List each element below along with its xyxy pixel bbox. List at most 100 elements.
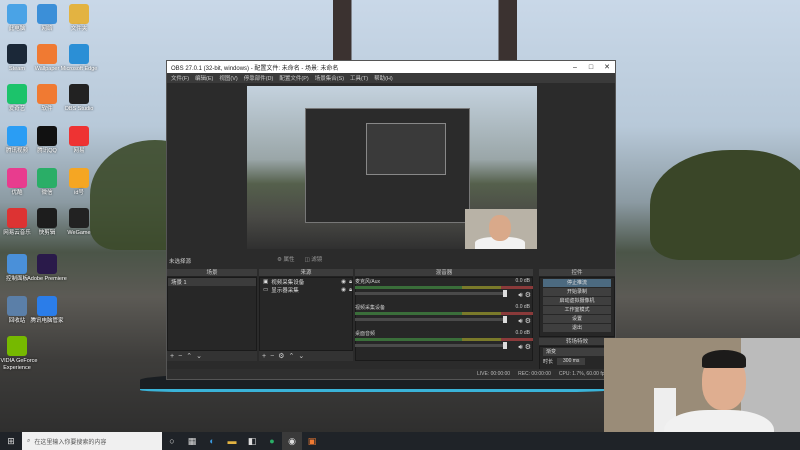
obs-taskbar-icon[interactable]: ◉ xyxy=(282,432,302,450)
menu-edit[interactable]: 编辑(E) xyxy=(195,74,213,82)
move-down-icon[interactable]: ⌄ xyxy=(196,352,202,360)
desktop-icon-label: 文件夹 xyxy=(70,26,88,32)
app-taskbar-icon[interactable]: ▣ xyxy=(302,432,322,450)
remove-scene-icon[interactable]: − xyxy=(178,353,182,360)
edge-taskbar-icon[interactable]: ◐ xyxy=(202,432,222,450)
close-icon[interactable]: ✕ xyxy=(599,63,615,71)
speaker-icon[interactable]: 🔊︎ xyxy=(518,344,522,351)
source-item[interactable]: ▭ 显示器采集 ◉ 🔒︎ xyxy=(260,286,352,295)
desktop-icon-label: OBS Studio xyxy=(64,106,94,112)
stop-streaming-button[interactable]: 停止推流 xyxy=(543,279,611,287)
volume-slider[interactable] xyxy=(355,316,507,323)
menu-view[interactable]: 视图(V) xyxy=(219,74,237,82)
lock-icon[interactable]: 🔒︎ xyxy=(349,279,352,286)
taskbar-search-box[interactable]: ⌕ 在这里输入你要搜索的内容 xyxy=(22,432,162,450)
menu-help[interactable]: 帮助(H) xyxy=(374,74,393,82)
search-placeholder: 在这里输入你要搜索的内容 xyxy=(34,439,107,446)
volume-slider[interactable] xyxy=(355,342,507,349)
file-explorer-icon[interactable]: ▬ xyxy=(222,432,242,450)
minimize-icon[interactable]: – xyxy=(567,64,583,71)
taskbar: ⊞ ⌕ 在这里输入你要搜索的内容 ○ ▦ ◐ ▬ ◧ ● ◉ ▣ xyxy=(0,432,800,450)
move-down-icon[interactable]: ⌄ xyxy=(298,352,304,360)
exit-button[interactable]: 退出 xyxy=(543,324,611,332)
menu-docks[interactable]: 停靠部件(D) xyxy=(244,74,274,82)
volume-knob[interactable] xyxy=(503,316,507,323)
remove-source-icon[interactable]: − xyxy=(270,353,274,360)
monitor-icon: ▭ xyxy=(263,287,269,293)
desktop-icon[interactable]: OBS Studio xyxy=(50,84,108,113)
scene-item[interactable]: 场景 1 xyxy=(168,278,256,286)
app-icon xyxy=(7,336,27,356)
wechat-taskbar-icon[interactable]: ● xyxy=(262,432,282,450)
transition-select[interactable]: 渐变 xyxy=(543,348,611,356)
menu-bar: 文件(F) 编辑(E) 视图(V) 停靠部件(D) 配置文件(P) 场景集合(S… xyxy=(167,73,615,83)
wallpaper-tree-right xyxy=(650,150,800,260)
volume-knob[interactable] xyxy=(503,290,507,297)
maximize-icon[interactable]: □ xyxy=(583,64,599,71)
desktop-icon[interactable]: Adobe Premiere xyxy=(18,254,76,283)
filters-button[interactable]: ◫ 滤镜 xyxy=(304,255,322,263)
properties-button[interactable]: ⚙ 属性 xyxy=(277,255,294,263)
source-item-label: 显示器采集 xyxy=(271,288,299,294)
audio-meter xyxy=(355,312,533,315)
menu-file[interactable]: 文件(F) xyxy=(171,74,189,82)
store-icon[interactable]: ◧ xyxy=(242,432,262,450)
obs-window: OBS 27.0.1 (32-bit, windows) - 配置文件: 未命名… xyxy=(166,60,617,380)
obs-titlebar[interactable]: OBS 27.0.1 (32-bit, windows) - 配置文件: 未命名… xyxy=(167,61,615,73)
status-bar: LIVE: 00:00:00 REC: 00:00:00 CPU: 1.7%, … xyxy=(167,369,617,379)
desktop-icon[interactable]: 文件夹 xyxy=(50,4,108,33)
speaker-icon[interactable]: 🔊︎ xyxy=(518,292,522,299)
start-recording-button[interactable]: 开始录制 xyxy=(543,288,611,296)
desktop-icon[interactable]: Microsoft Edge xyxy=(50,44,108,73)
desktop-icon-label: 腾讯电脑管家 xyxy=(30,318,64,324)
move-up-icon[interactable]: ⌃ xyxy=(288,352,294,360)
visibility-eye-icon[interactable]: ◉ xyxy=(341,279,346,285)
window-title: OBS 27.0.1 (32-bit, windows) - 配置文件: 未命名… xyxy=(171,65,339,72)
desktop-icon[interactable]: 网易 xyxy=(50,126,108,155)
controls-header: 控件 xyxy=(539,269,615,277)
volume-knob[interactable] xyxy=(503,342,507,349)
task-view-icon[interactable]: ○ xyxy=(162,432,182,450)
menu-profile[interactable]: 配置文件(P) xyxy=(279,74,308,82)
app-icon xyxy=(37,254,57,274)
channel-db: 0.0 dB xyxy=(515,304,530,310)
duration-input[interactable]: 300 ms xyxy=(557,358,586,365)
preview-nested-obs xyxy=(305,108,470,223)
desktop-icon-label: id号 xyxy=(74,190,84,196)
gear-icon[interactable]: ⚙ xyxy=(525,292,531,299)
volume-slider[interactable] xyxy=(355,290,507,297)
widgets-icon[interactable]: ▦ xyxy=(182,432,202,450)
webcam-person-hair xyxy=(702,350,746,368)
scenes-toolbar: + − ⌃ ⌄ xyxy=(167,351,257,361)
preview-nested-obs-2 xyxy=(366,123,446,175)
desktop-icon[interactable]: WeGame xyxy=(50,208,108,237)
move-up-icon[interactable]: ⌃ xyxy=(186,352,192,360)
source-settings-gear-icon[interactable]: ⚙ xyxy=(278,352,284,360)
add-scene-icon[interactable]: + xyxy=(170,353,174,360)
menu-scene-collection[interactable]: 场景集合(S) xyxy=(315,74,344,82)
audio-meter xyxy=(355,338,533,341)
preview-person-face xyxy=(489,215,511,241)
live-status: LIVE: 00:00:00 xyxy=(477,371,511,377)
start-virtual-camera-button[interactable]: 启动虚拟摄像机 xyxy=(543,297,611,305)
source-item[interactable]: ▣ 视频采集设备 ◉ 🔒︎ xyxy=(260,278,352,287)
gear-icon[interactable]: ⚙ xyxy=(525,318,531,325)
desktop-icon[interactable]: NVIDIA GeForce Experience xyxy=(0,336,46,372)
desktop-icon-label: Microsoft Edge xyxy=(60,66,98,72)
windows-start-icon[interactable]: ⊞ xyxy=(0,432,22,450)
sources-list: ▣ 视频采集设备 ◉ 🔒︎ ▭ 显示器采集 ◉ 🔒︎ xyxy=(259,277,353,351)
desktop-icon[interactable]: 腾讯电脑管家 xyxy=(18,296,76,325)
menu-tools[interactable]: 工具(T) xyxy=(350,74,368,82)
visibility-eye-icon[interactable]: ◉ xyxy=(341,287,346,293)
preview-canvas[interactable] xyxy=(247,86,537,249)
mixer-header: 混音器 xyxy=(355,269,533,277)
add-source-icon[interactable]: + xyxy=(262,353,266,360)
settings-button[interactable]: 设置 xyxy=(543,315,611,323)
search-icon: ⌕ xyxy=(27,437,31,444)
speaker-icon[interactable]: 🔊︎ xyxy=(518,318,522,325)
studio-mode-button[interactable]: 工作室模式 xyxy=(543,306,611,314)
lock-icon[interactable]: 🔒︎ xyxy=(349,287,352,294)
gear-icon[interactable]: ⚙ xyxy=(525,344,531,351)
desktop-icon[interactable]: id号 xyxy=(50,168,108,197)
no-source-selected: 未选择源 xyxy=(169,259,192,265)
